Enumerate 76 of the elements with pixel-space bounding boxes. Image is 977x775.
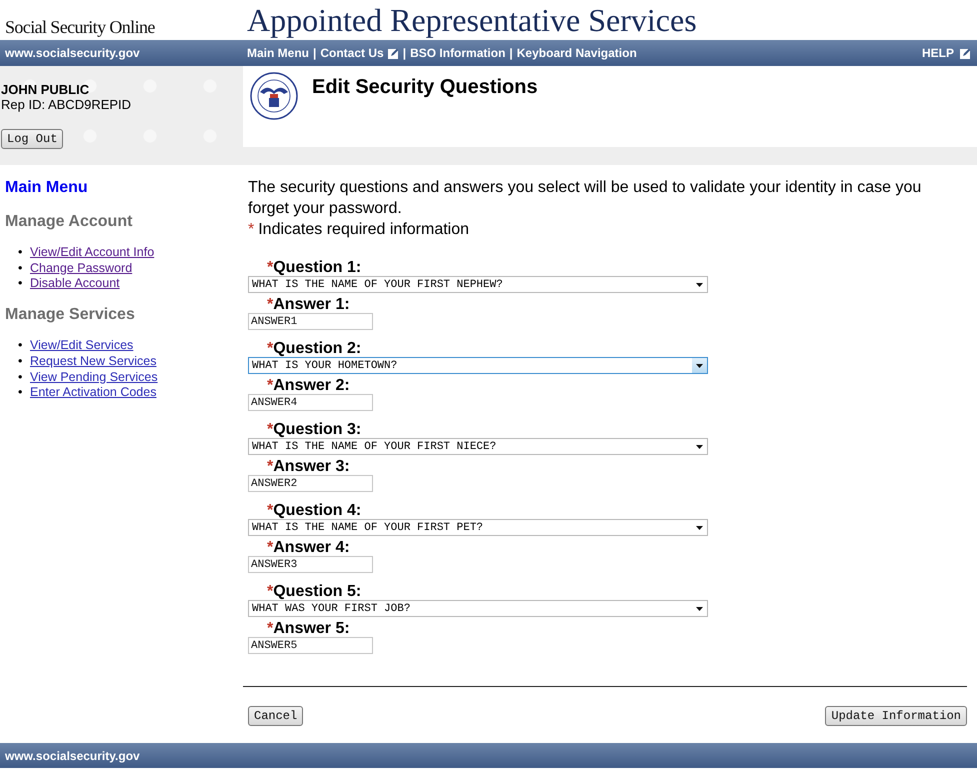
required-mark: * xyxy=(267,421,274,438)
nav-link[interactable]: Contact Us xyxy=(320,46,384,60)
caret-icon xyxy=(696,606,703,610)
site-name: Social Security Online xyxy=(4,17,156,39)
nav-separator: | xyxy=(313,46,316,60)
sidebar-link[interactable]: Disable Account xyxy=(30,276,120,292)
page-title: Edit Security Questions xyxy=(312,76,538,100)
question-dropdown[interactable]: WHAT WAS YOUR FIRST JOB? xyxy=(248,600,708,617)
nav-link[interactable]: BSO Information xyxy=(410,46,506,60)
caret-icon xyxy=(696,444,703,448)
sidebar-link[interactable]: View/Edit Account Info xyxy=(30,245,154,261)
answer-field[interactable]: ANSWER1 xyxy=(248,313,373,330)
required-mark: * xyxy=(267,377,274,394)
cancel-button[interactable]: Cancel xyxy=(248,706,304,726)
bullet: • xyxy=(18,385,24,401)
required-mark: * xyxy=(267,458,274,475)
answer-field[interactable]: ANSWER4 xyxy=(248,394,373,411)
site-link[interactable]: www.socialsecurity.gov xyxy=(0,46,243,60)
required-mark: * xyxy=(248,220,254,240)
required-mark: * xyxy=(267,340,274,357)
footer-link[interactable]: www.socialsecurity.gov xyxy=(5,748,140,762)
help-link[interactable]: HELP xyxy=(922,46,971,60)
caret-icon xyxy=(696,364,703,368)
nav-separator: | xyxy=(402,46,406,60)
intro-text: The security questions and answers you select will be used to validate your identity in case you forget your password. xyxy=(248,178,922,219)
section-heading: Manage Services xyxy=(5,306,136,324)
required-note: Indicates required information xyxy=(258,220,470,240)
required-mark: * xyxy=(267,259,274,276)
question-dropdown[interactable]: WHAT IS THE NAME OF YOUR FIRST NIECE? xyxy=(248,438,708,455)
answer-label: Answer 2: xyxy=(273,377,350,394)
question-dropdown[interactable]: WHAT IS THE NAME OF YOUR FIRST NEPHEW? xyxy=(248,276,708,293)
required-mark: * xyxy=(267,296,274,313)
site-title: Appointed Representative Services xyxy=(247,2,697,39)
caret-icon xyxy=(696,282,703,286)
seal-logo-icon xyxy=(250,72,298,120)
answer-label: Answer 1: xyxy=(273,296,350,313)
answer-field[interactable]: ANSWER3 xyxy=(248,556,373,573)
required-mark: * xyxy=(267,502,274,519)
bullet: • xyxy=(18,245,24,261)
sidebar-link[interactable]: Change Password xyxy=(30,260,132,276)
answer-label: Answer 5: xyxy=(273,620,350,637)
question-label: Question 5: xyxy=(273,583,362,600)
answer-label: Answer 4: xyxy=(273,539,350,556)
question-dropdown[interactable]: WHAT IS THE NAME OF YOUR FIRST PET? xyxy=(248,519,708,536)
caret-icon xyxy=(696,526,703,530)
question-label: Question 2: xyxy=(273,340,362,357)
nav-separator: | xyxy=(509,46,513,60)
required-mark: * xyxy=(267,620,274,637)
question-label: Question 3: xyxy=(273,421,362,438)
update-button[interactable]: Update Information xyxy=(825,706,967,726)
nav-link[interactable]: Main Menu xyxy=(247,46,309,60)
rep-id: Rep ID: ABCD9REPID xyxy=(1,97,132,112)
section-heading: Manage Account xyxy=(5,213,134,231)
bullet: • xyxy=(18,260,24,276)
logout-button[interactable]: Log Out xyxy=(1,129,64,149)
required-mark: * xyxy=(267,539,274,556)
question-label: Question 1: xyxy=(273,259,362,276)
main-menu-link[interactable]: Main Menu xyxy=(5,179,243,197)
answer-field[interactable]: ANSWER5 xyxy=(248,637,373,654)
nav-link[interactable]: Keyboard Navigation xyxy=(516,46,637,60)
bullet: • xyxy=(18,276,24,292)
required-mark: * xyxy=(267,583,274,600)
sidebar-link[interactable]: View/Edit Services xyxy=(30,338,134,354)
answer-label: Answer 3: xyxy=(273,458,350,475)
sidebar-link[interactable]: Request New Services xyxy=(30,354,156,370)
edit-icon[interactable] xyxy=(388,48,399,58)
user-name: JOHN PUBLIC xyxy=(1,82,90,97)
answer-field[interactable]: ANSWER2 xyxy=(248,475,373,492)
question-dropdown[interactable]: WHAT IS YOUR HOMETOWN? xyxy=(248,357,708,374)
bullet: • xyxy=(18,354,24,370)
edit-icon[interactable] xyxy=(960,48,971,58)
sidebar-link[interactable]: Enter Activation Codes xyxy=(30,385,156,401)
bullet: • xyxy=(18,370,24,386)
sidebar-link[interactable]: View Pending Services xyxy=(30,370,158,386)
bullet: • xyxy=(18,338,24,354)
question-label: Question 4: xyxy=(273,502,362,519)
